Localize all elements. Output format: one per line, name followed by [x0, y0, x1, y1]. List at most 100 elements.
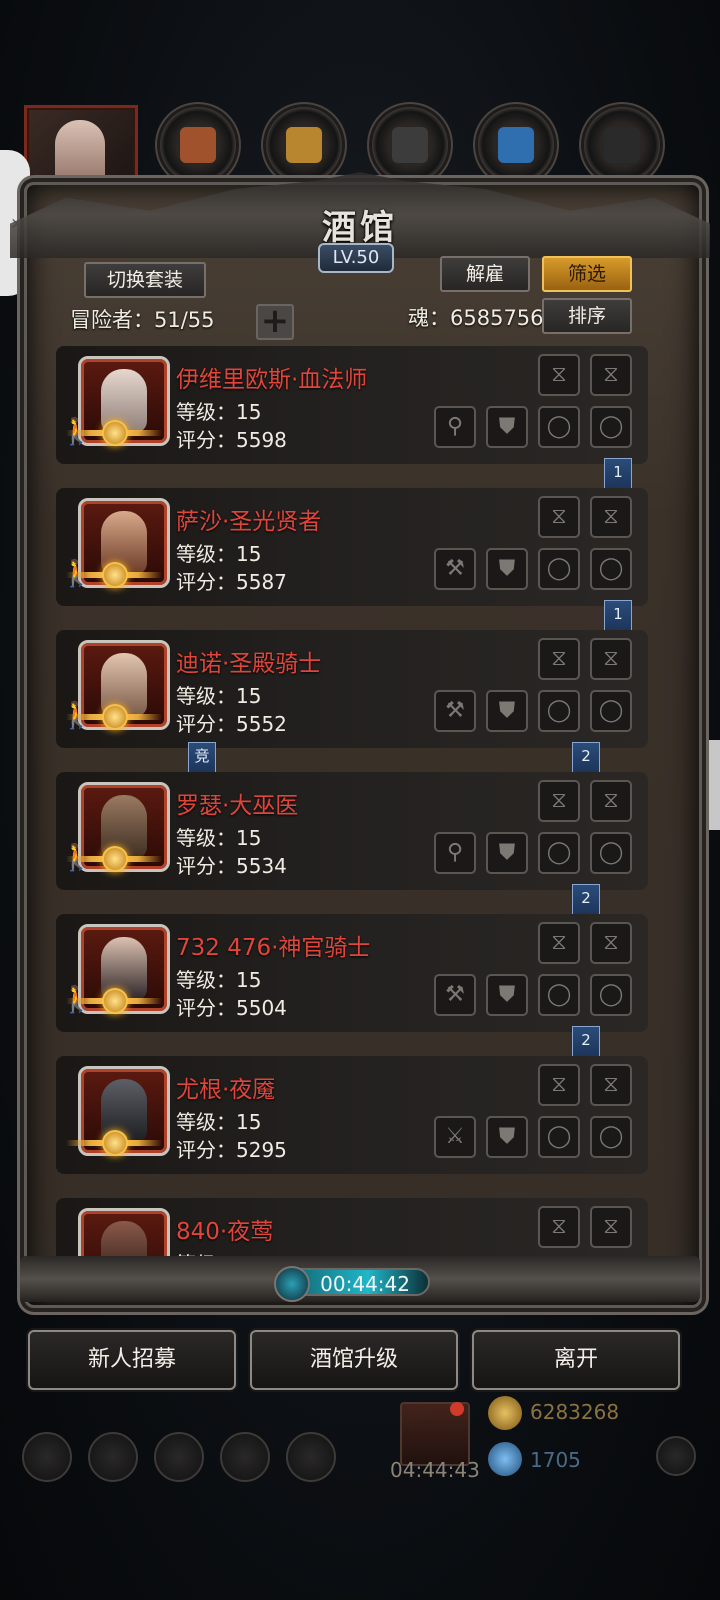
ring-slot-icon[interactable]: ◯: [590, 832, 632, 874]
ring-slot-icon[interactable]: ◯: [538, 406, 580, 448]
hourglass-slot-icon[interactable]: ⧖: [538, 1206, 580, 1248]
hammer-slot-icon[interactable]: ⚒: [434, 974, 476, 1016]
hero-name: 840·夜莺: [176, 1219, 274, 1245]
mail-circle-icon[interactable]: [220, 1432, 270, 1482]
ring-slot-icon[interactable]: ◯: [590, 548, 632, 590]
ring-slot-icon[interactable]: ◯: [538, 974, 580, 1016]
hourglass-slot-icon[interactable]: ⧖: [590, 496, 632, 538]
hourglass-slot-icon[interactable]: ⧖: [590, 780, 632, 822]
blade-slot-icon[interactable]: ⚔: [434, 1116, 476, 1158]
hero-score: 评分：5534: [176, 854, 287, 878]
hero-name: 罗瑟·大巫医: [176, 793, 299, 819]
sort-button[interactable]: 排序: [542, 298, 632, 334]
hero-score: 评分：5598: [176, 428, 287, 452]
page-title: 酒馆: [322, 208, 398, 248]
hero-card[interactable]: 🚶 伊维里欧斯·血法师 等级：15 评分：5598 ⧖ ⧖ ⚲ ⛊ ◯ ◯: [56, 346, 648, 464]
hero-level: 等级：15: [176, 684, 262, 708]
armor-slot-icon[interactable]: ⛊: [486, 832, 528, 874]
hourglass-slot-icon[interactable]: ⧖: [590, 1206, 632, 1248]
wood-resource-icon[interactable]: [266, 107, 342, 183]
leave-button[interactable]: 离开: [472, 1330, 680, 1390]
hero-card[interactable]: 🚶 732 476·神官骑士 等级：15 评分：5504 ⧖ ⧖ ⚒ ⛊ ◯ ◯: [56, 914, 648, 1032]
gold-coin-icon: [488, 1396, 522, 1430]
armor-slot-icon[interactable]: ⛊: [486, 406, 528, 448]
figure-icon: 🚶: [60, 416, 92, 448]
hero-card[interactable]: 🚶 迪诺·圣殿骑士 等级：15 评分：5552 ⧖ ⧖ ⚒ ⛊ ◯ ◯: [56, 630, 648, 748]
hero-card[interactable]: 尤根·夜魇 等级：15 评分：5295 ⧖ ⧖ ⚔ ⛊ ◯ ◯: [56, 1056, 648, 1174]
tavern-level-badge: LV.50: [318, 243, 394, 273]
gem-amount: 1705: [530, 1448, 581, 1472]
stone-resource-icon[interactable]: [372, 107, 448, 183]
hero-name: 萨沙·圣光贤者: [176, 509, 322, 535]
add-currency-icon[interactable]: [656, 1436, 696, 1476]
ring-slot-icon[interactable]: ◯: [538, 690, 580, 732]
hero-name: 732 476·神官骑士: [176, 935, 371, 961]
hourglass-slot-icon[interactable]: ⧖: [538, 922, 580, 964]
staff-slot-icon[interactable]: ⚲: [434, 832, 476, 874]
gift-timer: 04:44:43: [390, 1458, 480, 1482]
gem-icon: [488, 1442, 522, 1476]
ore-resource-icon[interactable]: [160, 107, 236, 183]
hero-list[interactable]: 🚶 伊维里欧斯·血法师 等级：15 评分：5598 ⧖ ⧖ ⚲ ⛊ ◯ ◯ 1 …: [56, 344, 656, 1276]
hourglass-slot-icon[interactable]: ⧖: [538, 780, 580, 822]
ring-slot-icon[interactable]: ◯: [590, 1116, 632, 1158]
star-circle-icon[interactable]: [88, 1432, 138, 1482]
ring-slot-icon[interactable]: ◯: [590, 406, 632, 448]
staff-slot-icon[interactable]: ⚲: [434, 406, 476, 448]
hourglass-slot-icon[interactable]: ⧖: [590, 638, 632, 680]
hero-score: 评分：5504: [176, 996, 287, 1020]
hero-name: 尤根·夜魇: [176, 1077, 276, 1103]
ring-slot-icon[interactable]: ◯: [538, 832, 580, 874]
hero-level: 等级：15: [176, 1110, 262, 1134]
hammer-slot-icon[interactable]: ⚒: [434, 690, 476, 732]
ring-slot-icon[interactable]: ◯: [538, 1116, 580, 1158]
figure-icon: 🚶: [60, 700, 92, 732]
hero-score: 评分：5587: [176, 570, 287, 594]
rank-emblem-icon: [102, 1130, 128, 1156]
hero-card[interactable]: 🚶 罗瑟·大巫医 等级：15 评分：5534 ⧖ ⧖ ⚲ ⛊ ◯ ◯: [56, 772, 648, 890]
ring-slot-icon[interactable]: ◯: [538, 548, 580, 590]
rank-emblem-icon: [102, 562, 128, 588]
hero-card[interactable]: 🚶 萨沙·圣光贤者 等级：15 评分：5587 ⧖ ⧖ ⚒ ⛊ ◯ ◯: [56, 488, 648, 606]
figure-icon: 🚶: [60, 984, 92, 1016]
castle-circle-icon[interactable]: [154, 1432, 204, 1482]
dismiss-button[interactable]: 解雇: [440, 256, 530, 292]
iron-resource-icon[interactable]: [584, 107, 660, 183]
hourglass-slot-icon[interactable]: ⧖: [590, 922, 632, 964]
rank-emblem-icon: [102, 704, 128, 730]
crystal-resource-icon[interactable]: [478, 107, 554, 183]
hourglass-slot-icon[interactable]: ⧖: [538, 1064, 580, 1106]
switch-set-button[interactable]: 切换套装: [84, 262, 206, 298]
armor-slot-icon[interactable]: ⛊: [486, 974, 528, 1016]
hero-level: 等级：15: [176, 542, 262, 566]
ring-slot-icon[interactable]: ◯: [590, 690, 632, 732]
soul-count: 魂：6585756: [408, 306, 544, 330]
armor-slot-icon[interactable]: ⛊: [486, 548, 528, 590]
hero-score: 评分：5552: [176, 712, 287, 736]
rank-emblem-icon: [102, 846, 128, 872]
hourglass-slot-icon[interactable]: ⧖: [538, 354, 580, 396]
hero-name: 迪诺·圣殿骑士: [176, 651, 322, 677]
rank-emblem-icon: [102, 988, 128, 1014]
hourglass-slot-icon[interactable]: ⧖: [538, 638, 580, 680]
clock-icon: [274, 1266, 310, 1302]
recruit-button[interactable]: 新人招募: [28, 1330, 236, 1390]
menu-circle-icon[interactable]: [22, 1432, 72, 1482]
figure-icon: 🚶: [60, 842, 92, 874]
hero-level: 等级：15: [176, 826, 262, 850]
settings-circle-icon[interactable]: [286, 1432, 336, 1482]
add-slot-button[interactable]: +: [256, 304, 294, 340]
hero-name: 伊维里欧斯·血法师: [176, 367, 368, 393]
upgrade-tavern-button[interactable]: 酒馆升级: [250, 1330, 458, 1390]
ring-slot-icon[interactable]: ◯: [590, 974, 632, 1016]
hero-score: 评分：5295: [176, 1138, 287, 1162]
hourglass-slot-icon[interactable]: ⧖: [590, 354, 632, 396]
hourglass-slot-icon[interactable]: ⧖: [538, 496, 580, 538]
hero-level: 等级：15: [176, 968, 262, 992]
armor-slot-icon[interactable]: ⛊: [486, 690, 528, 732]
filter-button[interactable]: 筛选: [542, 256, 632, 292]
figure-icon: 🚶: [60, 558, 92, 590]
armor-slot-icon[interactable]: ⛊: [486, 1116, 528, 1158]
hammer-slot-icon[interactable]: ⚒: [434, 548, 476, 590]
hourglass-slot-icon[interactable]: ⧖: [590, 1064, 632, 1106]
